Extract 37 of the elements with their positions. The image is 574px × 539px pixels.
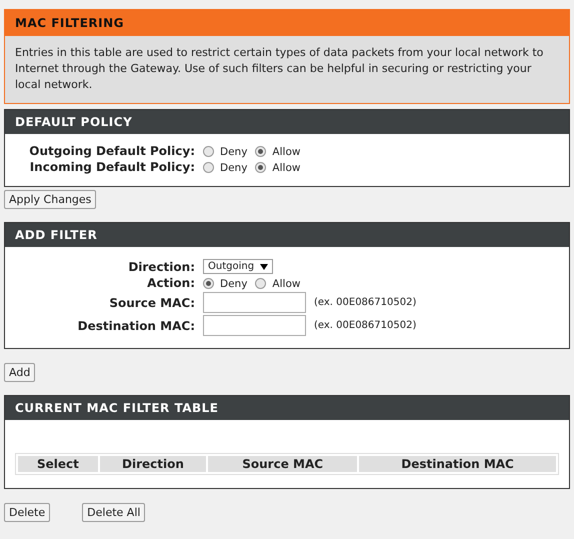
apply-changes-button[interactable]: Apply Changes bbox=[4, 190, 96, 209]
mac-input-field[interactable] bbox=[203, 315, 306, 336]
field-label: Source MAC: bbox=[108, 296, 195, 310]
field-label: Incoming Default Policy: bbox=[28, 160, 195, 174]
delete-button[interactable]: Delete All bbox=[82, 503, 146, 522]
section-title: ADD FILTER bbox=[15, 228, 98, 242]
hint-text: (ex. 00E086710502) bbox=[314, 297, 416, 308]
caret-icon bbox=[260, 264, 268, 270]
radio-button[interactable] bbox=[203, 146, 214, 156]
field-label: Outgoing Default Policy: bbox=[28, 144, 195, 158]
column-header: Select bbox=[18, 456, 98, 472]
hint-text: (ex. 00E086710502) bbox=[314, 320, 416, 331]
add-button[interactable]: Add bbox=[4, 363, 36, 382]
page-title: MAC FILTERING bbox=[15, 16, 124, 30]
mac-input-field[interactable] bbox=[203, 292, 306, 313]
radio-button[interactable] bbox=[255, 278, 266, 288]
field-label: Destination MAC: bbox=[76, 318, 195, 332]
field-label: Action: bbox=[146, 276, 195, 290]
option-label: Deny bbox=[220, 278, 248, 290]
radio-button[interactable] bbox=[203, 162, 214, 172]
description: Entries in this table are used to restrict certain types of data packets from your local network to Internet through the Gateway. Use of such filters can be helpful in securing or restricting your local network. bbox=[4, 36, 570, 104]
option-label: Allow bbox=[272, 278, 300, 290]
section-title: CURRENT MAC FILTER TABLE bbox=[15, 401, 219, 415]
option-label: Allow bbox=[272, 146, 300, 158]
option-label: Allow bbox=[272, 162, 300, 174]
radio-button[interactable] bbox=[255, 162, 266, 172]
field-label: Direction: bbox=[127, 260, 195, 274]
option-label: Deny bbox=[220, 162, 248, 174]
option-label: Deny bbox=[220, 146, 248, 158]
column-header: Source MAC bbox=[208, 456, 358, 472]
delete-button[interactable]: Delete bbox=[4, 503, 50, 522]
section-title: DEFAULT POLICY bbox=[15, 115, 132, 129]
radio-button[interactable] bbox=[203, 278, 214, 288]
direction-dropdown[interactable]: Outgoing bbox=[203, 259, 273, 274]
radio-button[interactable] bbox=[255, 146, 266, 156]
column-header: Destination MAC bbox=[359, 456, 556, 472]
column-header: Direction bbox=[100, 456, 206, 472]
